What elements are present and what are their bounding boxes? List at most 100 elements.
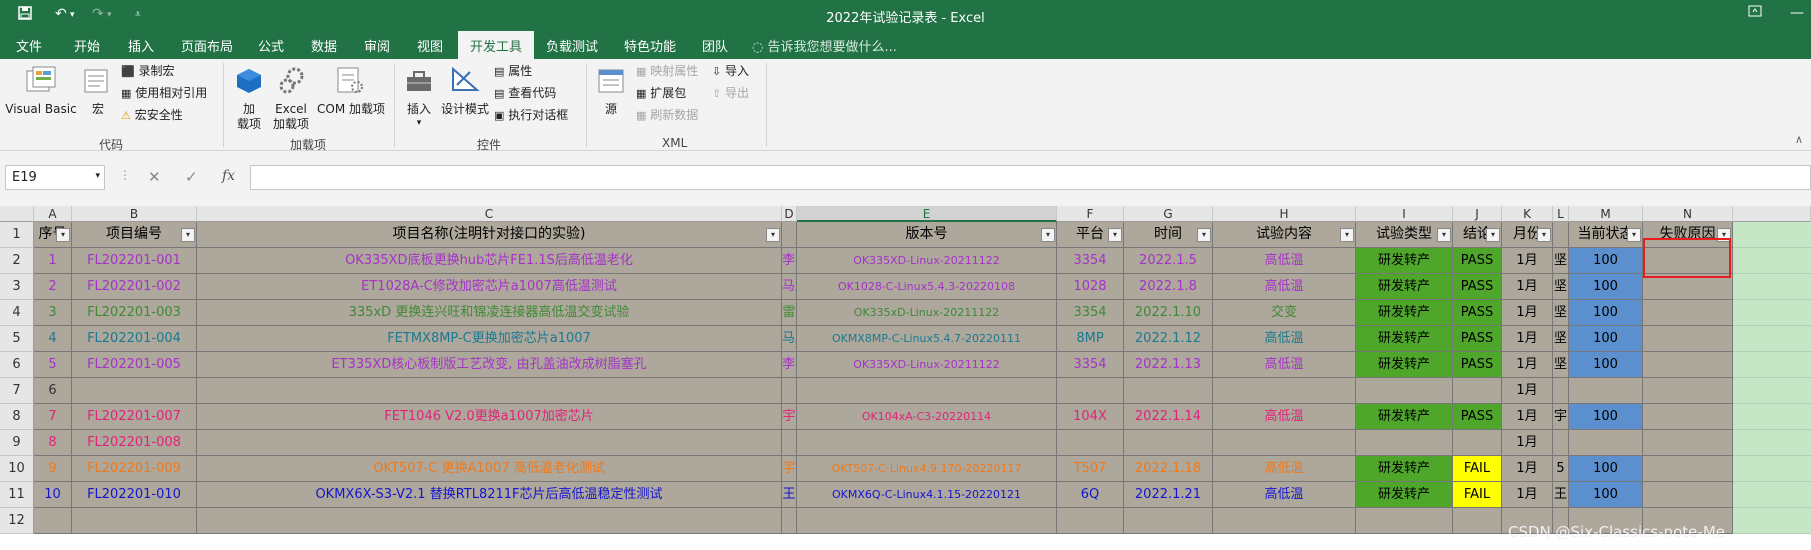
tab-formulas[interactable]: 公式 (258, 36, 284, 55)
filter-dropdown-icon[interactable]: ▾ (1437, 228, 1451, 242)
column-header-J[interactable]: J (1453, 206, 1502, 222)
cell-E9[interactable] (797, 430, 1057, 456)
cell-N9[interactable] (1643, 430, 1733, 456)
cell-E5[interactable]: OKMX8MP-C-Linux5.4.7-20220111 (797, 326, 1057, 352)
cell-C7[interactable] (197, 378, 782, 404)
cell-G9[interactable] (1124, 430, 1213, 456)
cell-E3[interactable]: OK1028-C-Linux5.4.3-20220108 (797, 274, 1057, 300)
cell-K9[interactable]: 1月 (1502, 430, 1553, 456)
cell-L5[interactable]: 坚 (1553, 326, 1569, 352)
filter-dropdown-icon[interactable]: ▾ (1041, 228, 1055, 242)
cell-A12[interactable] (34, 508, 72, 534)
tab-home[interactable]: 开始 (74, 36, 100, 55)
column-header-N[interactable]: N (1643, 206, 1733, 222)
empty-cell[interactable] (1733, 404, 1811, 430)
row-header-10[interactable]: 10 (0, 456, 34, 482)
cell-C3[interactable]: ET1028A-C修改加密芯片a1007高低温测试 (197, 274, 782, 300)
ribbon-display-icon[interactable] (1748, 5, 1762, 21)
tab-developer[interactable]: 开发工具 (458, 31, 535, 59)
cell-J6[interactable]: PASS (1453, 352, 1502, 378)
row-header-4[interactable]: 4 (0, 300, 34, 326)
cell-E4[interactable]: OK335xD-Linux-20211122 (797, 300, 1057, 326)
cell-E11[interactable]: OKMX6Q-C-Linux4.1.15-20220121 (797, 482, 1057, 508)
cell-H6[interactable]: 高低温 (1213, 352, 1356, 378)
cell-N7[interactable] (1643, 378, 1733, 404)
cell-D9[interactable] (782, 430, 797, 456)
cell-G8[interactable]: 2022.1.14 (1124, 404, 1213, 430)
header-cell-D[interactable] (782, 222, 797, 248)
empty-cell[interactable] (1733, 300, 1811, 326)
filter-dropdown-icon[interactable]: ▾ (1340, 228, 1354, 242)
cell-H7[interactable] (1213, 378, 1356, 404)
filter-dropdown-icon[interactable]: ▾ (1537, 228, 1551, 242)
excel-addins-button[interactable]: Excel 加载项 (270, 61, 312, 133)
row-header-12[interactable]: 12 (0, 508, 34, 534)
column-header-H[interactable]: H (1213, 206, 1356, 222)
cell-J3[interactable]: PASS (1453, 274, 1502, 300)
cell-D5[interactable]: 马超 (782, 326, 797, 352)
cell-N6[interactable] (1643, 352, 1733, 378)
tab-page-layout[interactable]: 页面布局 (181, 36, 233, 55)
cell-I2[interactable]: 研发转产 (1356, 248, 1453, 274)
cell-C9[interactable] (197, 430, 782, 456)
header-cell-L[interactable] (1553, 222, 1569, 248)
insert-function-icon[interactable]: fx (222, 168, 235, 184)
cell-E10[interactable]: OKT507-C-Linux4.9.170-20220117 (797, 456, 1057, 482)
cell-G6[interactable]: 2022.1.13 (1124, 352, 1213, 378)
cell-A9[interactable]: 8 (34, 430, 72, 456)
cell-A3[interactable]: 2 (34, 274, 72, 300)
select-all-corner[interactable] (0, 206, 34, 222)
cell-K4[interactable]: 1月 (1502, 300, 1553, 326)
empty-cell[interactable] (1733, 248, 1811, 274)
cell-C6[interactable]: ET335XD核心板制版工艺改变, 由孔盖油改成树脂塞孔 (197, 352, 782, 378)
tab-special-features[interactable]: 特色功能 (624, 36, 676, 55)
cell-E2[interactable]: OK335XD-Linux-20211122 (797, 248, 1057, 274)
cell-J9[interactable] (1453, 430, 1502, 456)
collapse-ribbon-icon[interactable]: ∧ (1795, 133, 1803, 146)
cell-F6[interactable]: 3354 (1057, 352, 1124, 378)
cell-B4[interactable]: FL202201-003 (72, 300, 197, 326)
cell-H3[interactable]: 高低温 (1213, 274, 1356, 300)
cell-N8[interactable] (1643, 404, 1733, 430)
empty-cell[interactable] (1733, 482, 1811, 508)
tell-me-search[interactable]: ◌ 告诉我您想要做什么... (752, 36, 897, 55)
macros-button[interactable]: 宏 (82, 61, 114, 121)
enter-icon[interactable]: ✓ (185, 168, 198, 186)
cell-I5[interactable]: 研发转产 (1356, 326, 1453, 352)
cell-H11[interactable]: 高低温 (1213, 482, 1356, 508)
cell-C4[interactable]: 335xD 更换连兴旺和锦凌连接器高低温交变试验 (197, 300, 782, 326)
name-box[interactable]: E19 ▾ (5, 165, 105, 190)
tab-review[interactable]: 审阅 (364, 36, 390, 55)
cell-M8[interactable]: 100 (1569, 404, 1643, 430)
cell-D3[interactable]: 马超 (782, 274, 797, 300)
cell-I11[interactable]: 研发转产 (1356, 482, 1453, 508)
cell-D11[interactable]: 王 (782, 482, 797, 508)
cell-C5[interactable]: FETMX8MP-C更换加密芯片a1007 (197, 326, 782, 352)
column-header-K[interactable]: K (1502, 206, 1553, 222)
cell-K8[interactable]: 1月 (1502, 404, 1553, 430)
cell-A7[interactable]: 6 (34, 378, 72, 404)
tab-file[interactable]: 文件 (16, 36, 42, 55)
cell-A5[interactable]: 4 (34, 326, 72, 352)
cell-A8[interactable]: 7 (34, 404, 72, 430)
column-header-empty[interactable] (1733, 206, 1811, 222)
cell-D6[interactable]: 李兴 (782, 352, 797, 378)
cell-J11[interactable]: FAIL (1453, 482, 1502, 508)
cell-J5[interactable]: PASS (1453, 326, 1502, 352)
column-header-C[interactable]: C (197, 206, 782, 222)
row-header-11[interactable]: 11 (0, 482, 34, 508)
cell-G5[interactable]: 2022.1.12 (1124, 326, 1213, 352)
cell-A6[interactable]: 5 (34, 352, 72, 378)
expansion-packs-button[interactable]: ▦ 扩展包 (636, 86, 686, 101)
empty-cell[interactable] (1733, 430, 1811, 456)
cell-C10[interactable]: OKT507-C 更换A1007 高低温老化测试 (197, 456, 782, 482)
empty-cell[interactable] (1733, 326, 1811, 352)
cell-L11[interactable]: 王 (1553, 482, 1569, 508)
cell-K7[interactable]: 1月 (1502, 378, 1553, 404)
tab-insert[interactable]: 插入 (128, 36, 154, 55)
filter-dropdown-icon[interactable]: ▾ (56, 228, 70, 242)
record-macro-button[interactable]: ⬛ 录制宏 (121, 64, 175, 79)
cell-I4[interactable]: 研发转产 (1356, 300, 1453, 326)
column-header-D[interactable]: D (782, 206, 797, 222)
row-header-1[interactable]: 1 (0, 222, 34, 248)
